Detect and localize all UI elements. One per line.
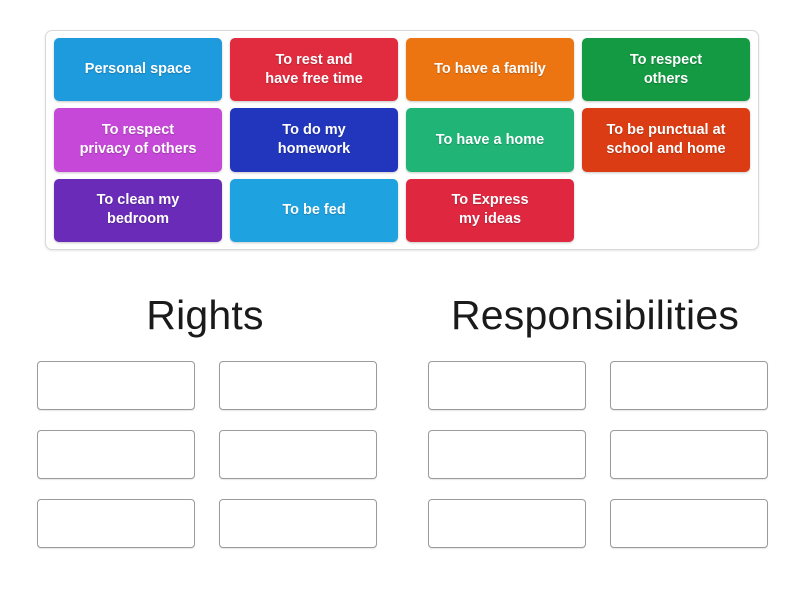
dropzone-responsibilities[interactable] (428, 499, 586, 548)
dropzone-responsibilities[interactable] (610, 430, 768, 479)
word-tile[interactable]: To respect others (582, 38, 750, 102)
word-tile[interactable]: To have a family (406, 38, 574, 102)
word-tile[interactable]: To Express my ideas (406, 178, 574, 242)
group-title-responsibilities: Responsibilities (450, 292, 740, 338)
dropzone-rights[interactable] (219, 430, 377, 479)
word-tile[interactable]: To be fed (230, 178, 398, 242)
dropzone-rights[interactable] (37, 499, 195, 548)
dropzone-rights[interactable] (219, 499, 377, 548)
dropzone-group-rights (37, 361, 377, 548)
word-tile[interactable]: Personal space (54, 38, 222, 102)
tray-empty-slot (582, 179, 750, 242)
dropzone-group-responsibilities (428, 361, 768, 548)
dropzone-responsibilities[interactable] (610, 361, 768, 410)
group-title-rights: Rights (146, 292, 264, 338)
word-tile[interactable]: To have a home (406, 108, 574, 172)
dropzone-rights[interactable] (37, 430, 195, 479)
word-tile[interactable]: To respect privacy of others (54, 108, 222, 172)
dropzone-rights[interactable] (37, 361, 195, 410)
word-tile[interactable]: To be punctual at school and home (582, 108, 750, 172)
word-tile[interactable]: To rest and have free time (230, 38, 398, 102)
word-tile[interactable]: To do my homework (230, 108, 398, 172)
dropzone-responsibilities[interactable] (428, 430, 586, 479)
word-tile-tray: Personal space To rest and have free time… (45, 30, 759, 250)
word-tile[interactable]: To clean my bedroom (54, 178, 222, 242)
dropzone-rights[interactable] (219, 361, 377, 410)
word-tile-grid: Personal space To rest and have free time… (54, 38, 750, 242)
dropzone-responsibilities[interactable] (610, 499, 768, 548)
dropzone-responsibilities[interactable] (428, 361, 586, 410)
